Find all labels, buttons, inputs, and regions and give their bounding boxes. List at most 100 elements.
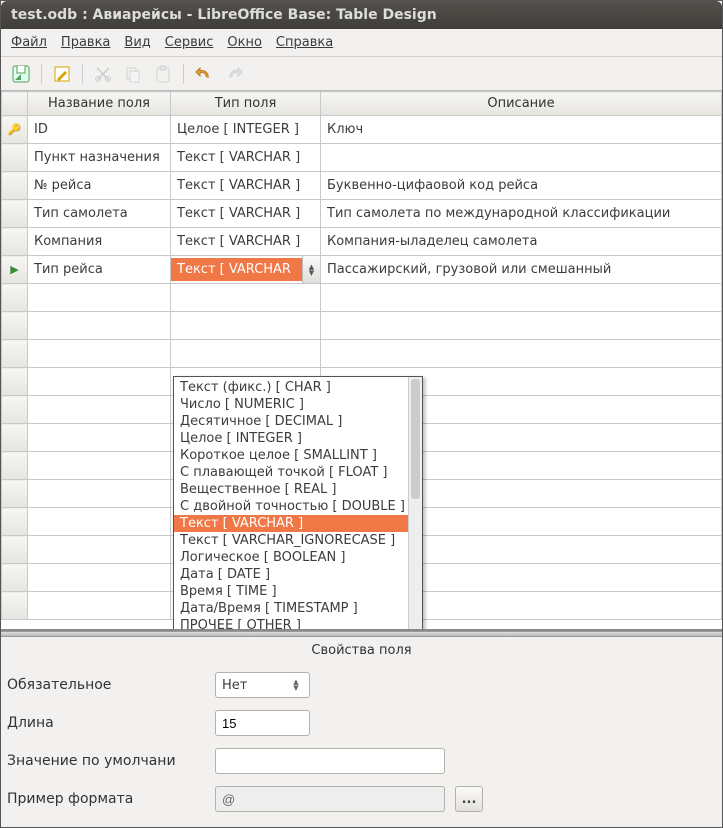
paste-button	[151, 62, 175, 86]
type-option[interactable]: Целое [ INTEGER ]	[174, 430, 422, 447]
field-type-dropdown[interactable]: Текст (фикс.) [ CHAR ]Число [ NUMERIC ]Д…	[173, 376, 423, 631]
field-type-cell[interactable]: Целое [ INTEGER ]	[171, 116, 321, 144]
row-marker[interactable]: 🔑	[2, 116, 28, 144]
type-option[interactable]: С плавающей точкой [ FLOAT ]	[174, 464, 422, 481]
save-button[interactable]	[9, 62, 33, 86]
type-option[interactable]: Текст (фикс.) [ CHAR ]	[174, 379, 422, 396]
field-desc-cell[interactable]: Буквенно-цифаовой код рейса	[321, 172, 722, 200]
column-header-type[interactable]: Тип поля	[171, 92, 321, 116]
prop-format-row: Пример формата ...	[1, 780, 722, 818]
prop-length-input[interactable]	[215, 710, 310, 736]
field-desc-cell[interactable]: Пассажирский, грузовой или смешанный	[321, 256, 722, 284]
field-desc-cell[interactable]	[321, 144, 722, 172]
properties-title: Свойства поля	[1, 641, 722, 666]
type-option[interactable]: Дата [ DATE ]	[174, 566, 422, 583]
type-option[interactable]: Текст [ VARCHAR_IGNORECASE ]	[174, 532, 422, 549]
dropdown-scrollbar[interactable]	[408, 377, 422, 631]
menu-file[interactable]: Файл	[11, 35, 47, 50]
field-desc-cell[interactable]: Тип самолета по международной классифика…	[321, 200, 722, 228]
type-option[interactable]: С двойной точностью [ DOUBLE ]	[174, 498, 422, 515]
field-name-cell[interactable]: ID	[28, 116, 171, 144]
window-title: test.odb : Авиарейсы - LibreOffice Base:…	[11, 7, 437, 23]
prop-required-value: Нет	[222, 678, 247, 693]
field-name-cell[interactable]: Пункт назначения	[28, 144, 171, 172]
prop-format-button[interactable]: ...	[455, 786, 483, 812]
row-marker[interactable]	[2, 228, 28, 256]
prop-required-row: Обязательное Нет ▲▼	[1, 666, 722, 704]
menubar: Файл Правка Вид Сервис Окно Справка	[1, 29, 722, 57]
table-row[interactable]	[2, 340, 722, 368]
cut-button	[91, 62, 115, 86]
field-name-cell[interactable]: Компания	[28, 228, 171, 256]
combo-spinner[interactable]: ▲▼	[302, 256, 320, 283]
paste-icon	[154, 65, 172, 83]
type-option[interactable]: Текст [ VARCHAR ]	[174, 515, 422, 532]
table-design-grid: Название поля Тип поля Описание 🔑 ID Цел…	[1, 91, 722, 631]
table-row[interactable]	[2, 312, 722, 340]
redo-button	[222, 62, 246, 86]
table-row[interactable]: Компания Текст [ VARCHAR ] Компания-ылад…	[2, 228, 722, 256]
edit-icon	[52, 64, 72, 84]
row-marker[interactable]	[2, 172, 28, 200]
prop-default-label: Значение по умолчани	[5, 753, 205, 769]
prop-required-label: Обязательное	[5, 677, 205, 693]
table-row[interactable]	[2, 284, 722, 312]
primary-key-icon: 🔑	[8, 123, 22, 136]
field-desc-cell[interactable]: Ключ	[321, 116, 722, 144]
field-name-cell[interactable]: Тип самолета	[28, 200, 171, 228]
column-header-name[interactable]: Название поля	[28, 92, 171, 116]
field-name-cell[interactable]: № рейса	[28, 172, 171, 200]
toolbar-separator	[183, 64, 184, 84]
field-type-cell[interactable]: Текст [ VARCHAR ]	[171, 228, 321, 256]
toolbar	[1, 57, 722, 91]
prop-length-label: Длина	[5, 715, 205, 731]
menu-view[interactable]: Вид	[124, 35, 150, 50]
undo-icon	[194, 64, 214, 84]
window-titlebar: test.odb : Авиарейсы - LibreOffice Base:…	[1, 1, 722, 29]
prop-required-combo[interactable]: Нет ▲▼	[215, 672, 310, 698]
type-option[interactable]: Дата/Время [ TIMESTAMP ]	[174, 600, 422, 617]
chevron-down-icon: ▼	[309, 270, 314, 276]
field-name-cell[interactable]: Тип рейса	[28, 256, 171, 284]
grid-header-row: Название поля Тип поля Описание	[2, 92, 722, 116]
table-row[interactable]: 🔑 ID Целое [ INTEGER ] Ключ	[2, 116, 722, 144]
edit-button[interactable]	[50, 62, 74, 86]
menu-edit[interactable]: Правка	[61, 35, 110, 50]
type-option[interactable]: ПРОЧЕЕ [ OTHER ]	[174, 617, 422, 631]
chevron-down-icon: ▼	[293, 685, 298, 691]
column-header-desc[interactable]: Описание	[321, 92, 722, 116]
field-type-combo[interactable]: Текст [ VARCHAR ▲▼	[171, 256, 320, 283]
field-type-selected[interactable]: Текст [ VARCHAR	[171, 258, 302, 281]
table-row[interactable]: № рейса Текст [ VARCHAR ] Буквенно-цифао…	[2, 172, 722, 200]
menu-window[interactable]: Окно	[227, 35, 262, 50]
field-properties-panel: Свойства поля Обязательное Нет ▲▼ Длина …	[1, 637, 722, 818]
type-option[interactable]: Число [ NUMERIC ]	[174, 396, 422, 413]
type-option[interactable]: Вещественное [ REAL ]	[174, 481, 422, 498]
table-row[interactable]: Тип самолета Текст [ VARCHAR ] Тип самол…	[2, 200, 722, 228]
field-desc-cell[interactable]: Компания-ыладелец самолета	[321, 228, 722, 256]
copy-icon	[124, 65, 142, 83]
row-marker[interactable]: ▶	[2, 256, 28, 284]
toolbar-separator	[82, 64, 83, 84]
field-type-cell[interactable]: Текст [ VARCHAR ]	[171, 200, 321, 228]
prop-default-input[interactable]	[215, 748, 445, 774]
menu-help[interactable]: Справка	[276, 35, 333, 50]
table-row[interactable]: ▶ Тип рейса Текст [ VARCHAR ▲▼ Пассажирс…	[2, 256, 722, 284]
table-row[interactable]: Пункт назначения Текст [ VARCHAR ]	[2, 144, 722, 172]
menu-tools[interactable]: Сервис	[165, 35, 214, 50]
type-option[interactable]: Логическое [ BOOLEAN ]	[174, 549, 422, 566]
type-option[interactable]: Десятичное [ DECIMAL ]	[174, 413, 422, 430]
field-type-cell[interactable]: Текст [ VARCHAR ]	[171, 144, 321, 172]
grid-corner[interactable]	[2, 92, 28, 116]
type-option[interactable]: Время [ TIME ]	[174, 583, 422, 600]
row-marker[interactable]	[2, 144, 28, 172]
prop-format-input[interactable]	[215, 786, 445, 812]
redo-icon	[224, 64, 244, 84]
combo-spinner[interactable]: ▲▼	[289, 679, 303, 691]
type-option[interactable]: Короткое целое [ SMALLINT ]	[174, 447, 422, 464]
field-type-cell[interactable]: Текст [ VARCHAR ▲▼	[171, 256, 321, 284]
row-marker[interactable]	[2, 200, 28, 228]
undo-button[interactable]	[192, 62, 216, 86]
current-row-icon: ▶	[10, 263, 18, 276]
field-type-cell[interactable]: Текст [ VARCHAR ]	[171, 172, 321, 200]
